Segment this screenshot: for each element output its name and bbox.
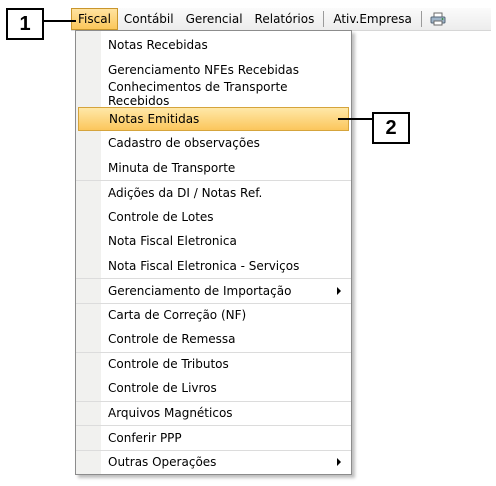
menu-item-controle-lotes[interactable]: Controle de Lotes xyxy=(76,205,351,230)
menu-item-arquivos-magneticos[interactable]: Arquivos Magnéticos xyxy=(76,400,351,426)
submenu-arrow-icon xyxy=(337,458,341,467)
menu-item-minuta-transporte[interactable]: Minuta de Transporte xyxy=(76,156,351,181)
menu-item-cadastro-observacoes[interactable]: Cadastro de observações xyxy=(76,131,351,156)
callout-2-line xyxy=(338,118,372,120)
menu-item-outras-operacoes[interactable]: Outras Operações xyxy=(76,449,351,475)
callout-1: 1 xyxy=(6,8,44,40)
menu-item-nfe-servicos[interactable]: Nota Fiscal Eletronica - Serviços xyxy=(76,254,351,279)
menu-item-controle-livros[interactable]: Controle de Livros xyxy=(76,376,351,401)
callout-2: 2 xyxy=(372,112,410,144)
callout-1-line xyxy=(44,20,76,22)
fiscal-dropdown-menu: Notas Recebidas Gerenciamento NFEs Receb… xyxy=(75,30,352,475)
menubar-separator xyxy=(323,11,325,27)
menu-item-label: Outras Operações xyxy=(108,455,217,470)
menu-ativ-empresa[interactable]: Ativ.Empresa xyxy=(327,8,418,30)
menu-item-controle-tributos[interactable]: Controle de Tributos xyxy=(76,351,351,377)
menu-item-notas-recebidas[interactable]: Notas Recebidas xyxy=(76,33,351,58)
menu-item-conhecimentos-transporte-recebidos[interactable]: Conhecimentos de Transporte Recebidos xyxy=(76,80,351,108)
menu-contabil[interactable]: Contábil xyxy=(118,8,180,30)
screen: Fiscal Contábil Gerencial Relatórios Ati… xyxy=(0,0,496,486)
menu-item-gerenciamento-nfes-recebidas[interactable]: Gerenciamento NFEs Recebidas xyxy=(76,58,351,83)
menu-fiscal[interactable]: Fiscal xyxy=(71,8,118,30)
menu-item-gerenciamento-importacao[interactable]: Gerenciamento de Importação xyxy=(76,278,351,303)
menu-item-controle-remessa[interactable]: Controle de Remessa xyxy=(76,327,351,352)
menubar-separator xyxy=(420,11,422,27)
menu-relatorios[interactable]: Relatórios xyxy=(249,8,321,30)
menu-item-notas-emitidas[interactable]: Notas Emitidas xyxy=(78,106,349,131)
printer-icon[interactable] xyxy=(429,8,447,30)
menu-item-adicoes-di[interactable]: Adições da DI / Notas Ref. xyxy=(76,180,351,205)
submenu-arrow-icon xyxy=(337,286,341,295)
menu-item-label: Gerenciamento de Importação xyxy=(108,283,292,298)
menu-item-conferir-ppp[interactable]: Conferir PPP xyxy=(76,425,351,450)
menubar: Fiscal Contábil Gerencial Relatórios Ati… xyxy=(71,8,491,31)
menu-item-nota-fiscal-eletronica[interactable]: Nota Fiscal Eletronica xyxy=(76,229,351,254)
menu-list: Notas Recebidas Gerenciamento NFEs Receb… xyxy=(76,33,351,474)
menu-item-carta-correcao[interactable]: Carta de Correção (NF) xyxy=(76,302,351,328)
menu-gerencial[interactable]: Gerencial xyxy=(180,8,249,30)
